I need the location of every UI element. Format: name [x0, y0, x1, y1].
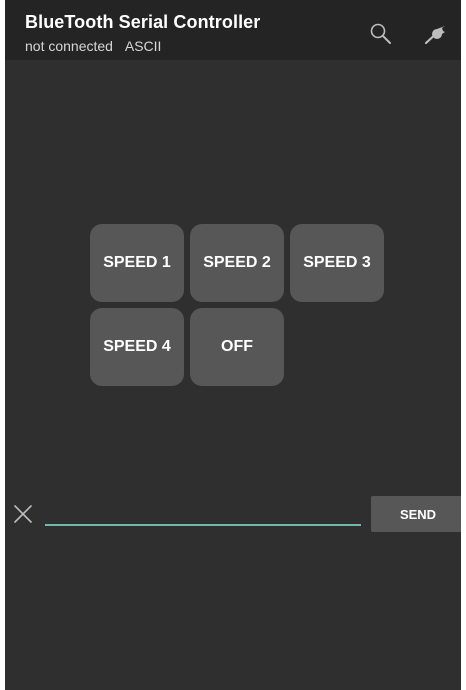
speed-3-button[interactable]: SPEED 3 [290, 224, 384, 302]
speed-2-button[interactable]: SPEED 2 [190, 224, 284, 302]
search-button[interactable] [365, 18, 397, 50]
connection-status: not connected ASCII [25, 38, 161, 54]
speed-4-button[interactable]: SPEED 4 [90, 308, 184, 386]
off-button[interactable]: OFF [190, 308, 284, 386]
close-icon[interactable] [11, 502, 35, 526]
command-input[interactable] [45, 500, 361, 526]
app-title: BlueTooth Serial Controller [25, 12, 261, 32]
connection-state-label: not connected [25, 38, 113, 54]
settings-button[interactable] [420, 18, 452, 50]
app-screen: BlueTooth Serial Controller not connecte… [5, 0, 461, 690]
speed-1-button[interactable]: SPEED 1 [90, 224, 184, 302]
search-icon [370, 23, 391, 44]
encoding-mode-label: ASCII [124, 38, 162, 54]
app-bar: BlueTooth Serial Controller not connecte… [5, 0, 461, 60]
wrench-icon [424, 26, 445, 45]
send-button[interactable]: SEND [371, 496, 461, 532]
